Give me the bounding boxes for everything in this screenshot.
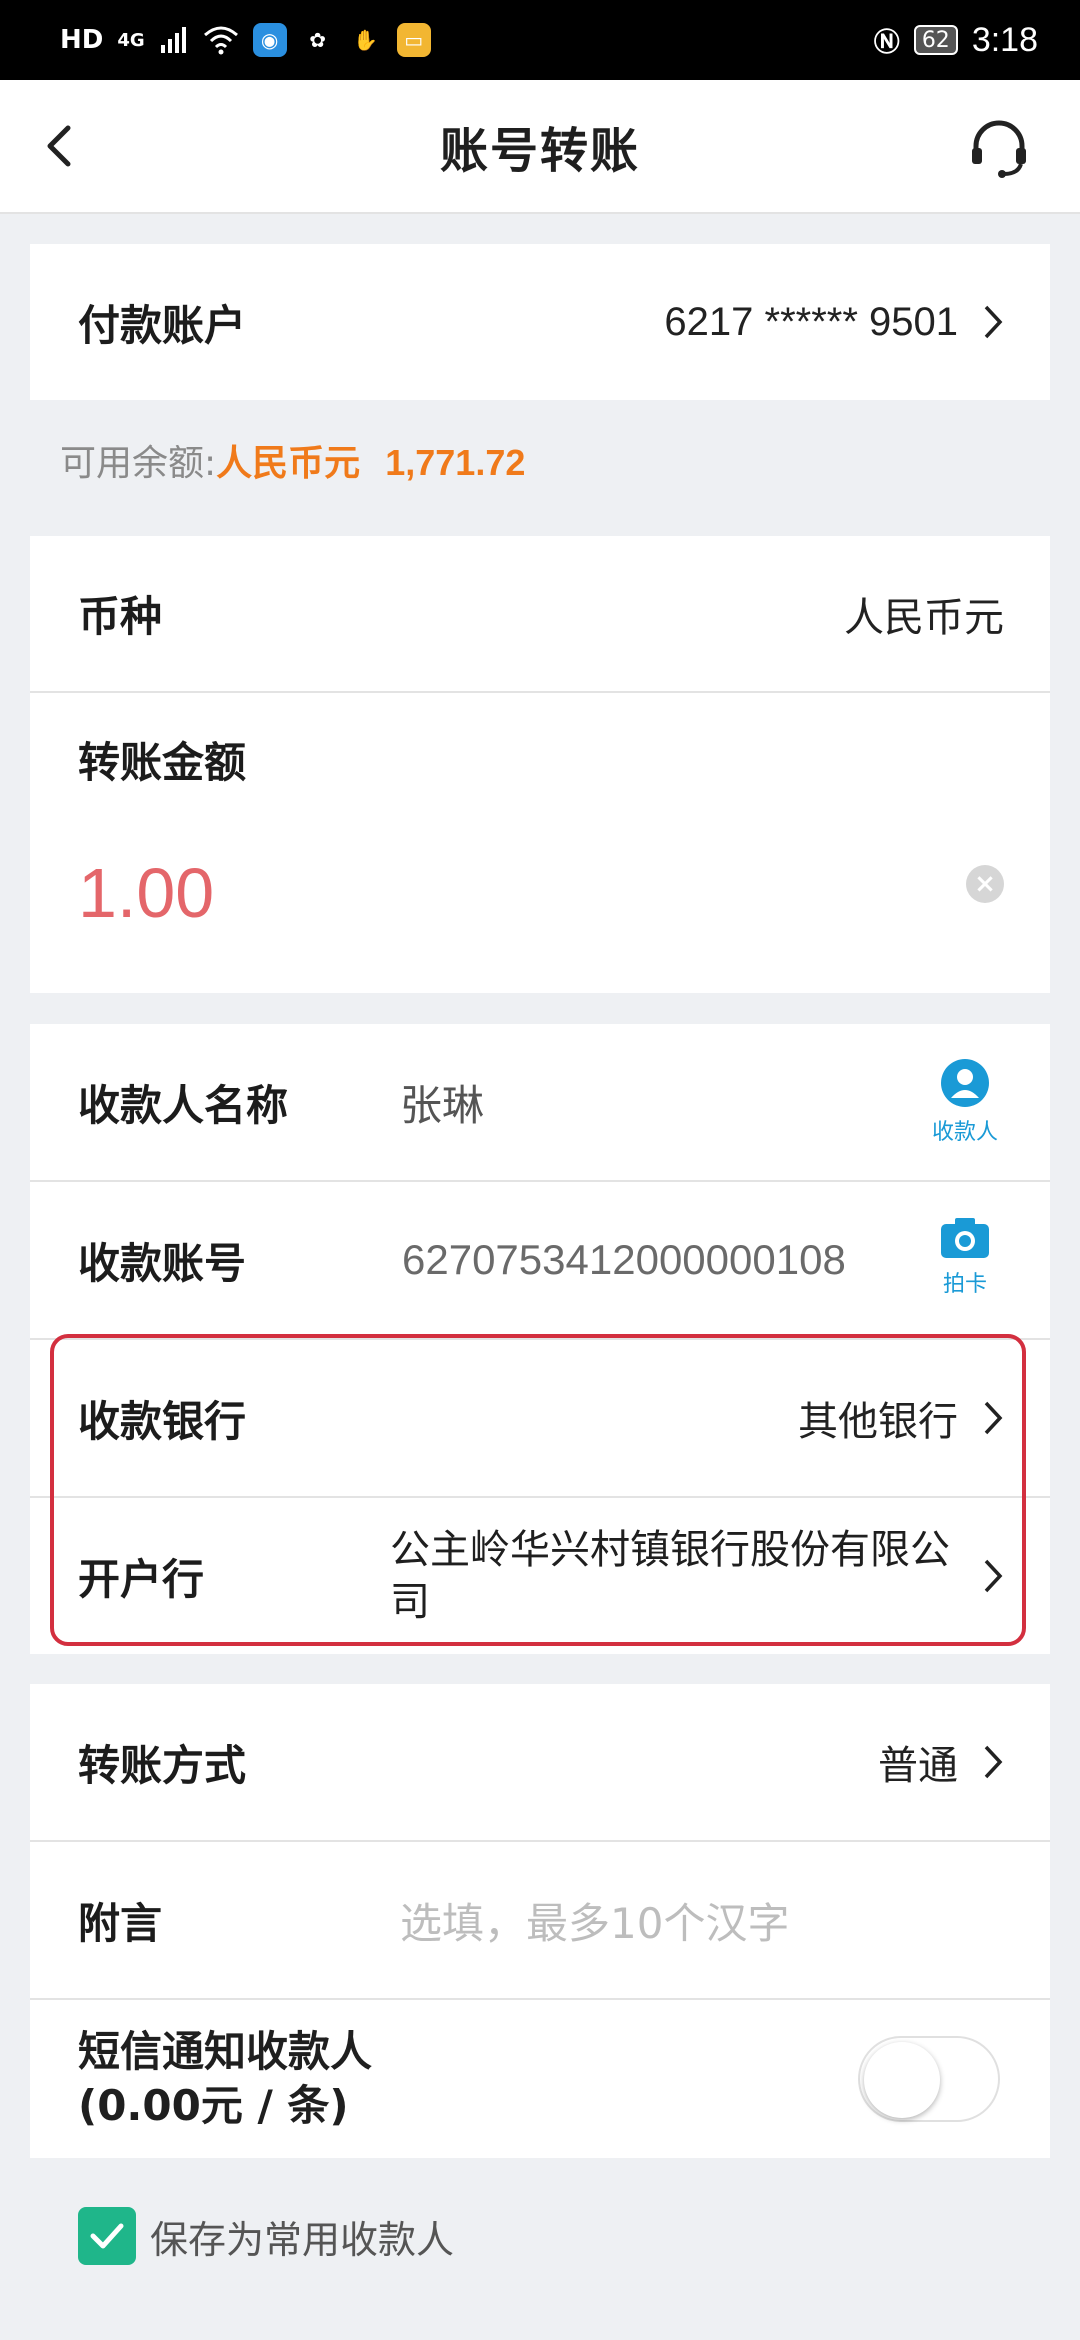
- balance-label: 可用余额:: [60, 443, 217, 484]
- transfer-amount-input[interactable]: 1.00: [78, 853, 214, 933]
- nav-header: 账号转账: [0, 80, 1080, 214]
- available-balance: 可用余额:人民币元 1,771.72: [60, 434, 525, 486]
- payee-bank-value-wrap: 其他银行: [798, 1389, 1004, 1447]
- back-icon[interactable]: [32, 116, 92, 176]
- network-indicator: 4G: [117, 29, 145, 51]
- opening-branch-label: 开户行: [78, 1554, 205, 1604]
- sms-notify-toggle[interactable]: [858, 2036, 1000, 2122]
- opening-branch-row[interactable]: 开户行 公主岭华兴村镇银行股份有限公司: [30, 1498, 1050, 1654]
- clock: 3:18: [971, 20, 1038, 59]
- amount-card: 币种 人民币元 转账金额 1.00 ×: [30, 536, 1050, 993]
- hd-indicator: HD: [60, 25, 104, 55]
- payee-account-row: 收款账号 6270753412000000108 拍卡: [30, 1182, 1050, 1340]
- battery-indicator: 62: [913, 25, 958, 55]
- transfer-method-value: 普通: [878, 1743, 958, 1789]
- person-icon: [941, 1059, 989, 1107]
- payer-account-number: 6217 ****** 9501: [664, 299, 958, 344]
- payee-book-caption: 收款人: [931, 1120, 998, 1145]
- payee-book-button[interactable]: 收款人: [920, 1058, 1010, 1146]
- sms-notify-label: 短信通知收款人 (0.00元 / 条): [78, 2025, 372, 2133]
- sms-notify-fee: (0.00元 / 条): [78, 2081, 349, 2130]
- camera-icon: [941, 1218, 989, 1258]
- status-bar: HD 4G ◉ ✿ ✋ ▭ Ⓝ 62 3:18: [0, 0, 1080, 80]
- note-input[interactable]: 选填，最多10个汉字: [400, 1890, 789, 1951]
- balance-amount-spacer: [360, 443, 385, 484]
- transfer-method-value-wrap: 普通: [878, 1733, 1004, 1791]
- transfer-amount-block: 转账金额 1.00 ×: [30, 693, 1050, 993]
- wechat-app-icon: ✿: [309, 28, 327, 52]
- payee-bank-value: 其他银行: [798, 1399, 958, 1445]
- sms-notify-row: 短信通知收款人 (0.00元 / 条): [30, 2000, 1050, 2158]
- page-title: 账号转账: [439, 123, 640, 179]
- currency-value: 人民币元: [844, 594, 1004, 641]
- opening-branch-value: 公主岭华兴村镇银行股份有限公司: [390, 1527, 950, 1625]
- note-label: 附言: [78, 1898, 163, 1948]
- transfer-method-label: 转账方式: [78, 1740, 247, 1790]
- hand-app-icon: ✋: [353, 28, 379, 52]
- chevron-right-icon: [984, 305, 1003, 339]
- browser-app-icon: ◉: [252, 23, 287, 57]
- payer-account-label: 付款账户: [78, 300, 247, 350]
- clear-amount-icon[interactable]: ×: [966, 865, 1004, 903]
- checkmark-icon: [90, 2223, 124, 2249]
- opening-branch-chevron-wrap: [982, 1557, 1004, 1595]
- payee-card: 收款人名称 张琳 收款人 收款账号 6270753412000000108 拍卡…: [30, 1024, 1050, 1654]
- payee-name-input[interactable]: 张琳: [400, 1072, 484, 1133]
- payee-account-label: 收款账号: [78, 1238, 247, 1288]
- payee-bank-label: 收款银行: [78, 1396, 247, 1446]
- chevron-right-icon: [984, 1401, 1003, 1435]
- payer-account-card: 付款账户 6217 ****** 9501: [30, 244, 1050, 400]
- transfer-method-row[interactable]: 转账方式 普通: [30, 1684, 1050, 1842]
- currency-row: 币种 人民币元: [30, 536, 1050, 693]
- scan-card-caption: 拍卡: [942, 1272, 987, 1297]
- currency-label: 币种: [78, 592, 163, 641]
- payer-account-value-wrap: 6217 ****** 9501: [664, 300, 1004, 345]
- chevron-right-icon: [984, 1745, 1003, 1779]
- toggle-knob: [864, 2042, 940, 2118]
- save-payee-option[interactable]: 保存为常用收款人: [78, 2207, 454, 2265]
- wallet-app-icon: ▭: [396, 23, 431, 57]
- wifi-icon: [203, 26, 238, 55]
- currency-value-wrap: 人民币元: [844, 585, 1004, 643]
- payer-account-row[interactable]: 付款账户 6217 ****** 9501: [30, 244, 1050, 400]
- payee-name-label: 收款人名称: [78, 1080, 289, 1130]
- scan-card-button[interactable]: 拍卡: [920, 1216, 1010, 1298]
- sms-notify-title: 短信通知收款人: [78, 2027, 373, 2076]
- balance-currency: 人民币元: [216, 443, 361, 484]
- note-row: 附言 选填，最多10个汉字: [30, 1842, 1050, 2000]
- status-bar-right: Ⓝ 62 3:18: [874, 21, 1038, 60]
- signal-icon: [160, 27, 186, 53]
- transfer-options-card: 转账方式 普通 附言 选填，最多10个汉字 短信通知收款人 (0.00元 / 条…: [30, 1684, 1050, 2158]
- nfc-icon: Ⓝ: [873, 27, 900, 58]
- payee-bank-row[interactable]: 收款银行 其他银行: [30, 1340, 1050, 1498]
- payee-account-input[interactable]: 6270753412000000108: [402, 1236, 846, 1284]
- customer-service-icon[interactable]: [964, 114, 1034, 184]
- balance-amount: 1,771.72: [385, 442, 526, 483]
- save-payee-label: 保存为常用收款人: [150, 2217, 455, 2262]
- payee-name-row: 收款人名称 张琳 收款人: [30, 1024, 1050, 1182]
- transfer-amount-label: 转账金额: [78, 738, 247, 787]
- save-payee-checkbox[interactable]: [78, 2207, 136, 2265]
- status-bar-left: HD 4G ◉ ✿ ✋ ▭: [60, 23, 431, 57]
- chevron-right-icon: [984, 1559, 1003, 1593]
